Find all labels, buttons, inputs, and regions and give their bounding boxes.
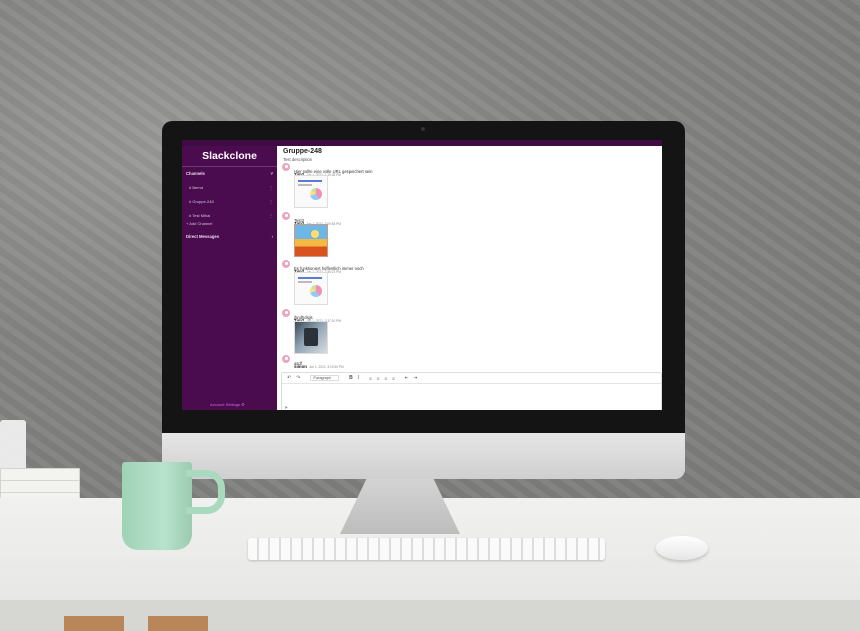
indent-icon[interactable]: ⇥	[414, 375, 418, 381]
avatar	[282, 355, 290, 363]
message-text: Hier sollte eine volle URL gespeichert s…	[294, 169, 373, 174]
camera	[421, 127, 425, 131]
app-screen: Slackclone Channels ˅ # Bernd ⋮ # Gruppe…	[182, 140, 662, 410]
chevron-right-icon[interactable]: ›	[272, 234, 273, 239]
channel-label: # Test Mihai	[189, 213, 211, 218]
sidebar: Slackclone Channels ˅ # Bernd ⋮ # Gruppe…	[182, 146, 277, 410]
desk-leg	[64, 616, 124, 631]
avatar	[282, 163, 290, 171]
keyboard	[248, 538, 605, 560]
chevron-down-icon[interactable]: ˅	[271, 171, 273, 176]
channel-description: Test description	[283, 157, 313, 162]
message-editor: ↶ ↷ Paragraph B I ≡ ≡ ≡ ≡ ⇤ ⇥ ➤	[281, 372, 662, 410]
message-text: jhndhdsjjs	[294, 315, 313, 320]
avatar	[282, 212, 290, 220]
app-title: Slackclone	[182, 150, 277, 167]
account-settings-button[interactable]: Account Settings ⚙	[210, 402, 245, 407]
channel-label: # Bernd	[189, 185, 204, 190]
channel-label: # Gruppe-248	[189, 199, 214, 204]
bold-button[interactable]: B	[349, 375, 353, 381]
align-right-icon[interactable]: ≡	[384, 376, 387, 381]
message-time: Jun 1, 2022, 3:15:30 PM	[308, 365, 344, 369]
redo-icon[interactable]: ↷	[296, 375, 300, 381]
avatar	[282, 309, 290, 317]
mug-handle	[186, 470, 225, 514]
channels-header-label: Channels	[186, 171, 205, 176]
add-channel-button[interactable]: + Add Channel	[182, 221, 277, 226]
desk-edge	[0, 600, 860, 631]
block-format-select[interactable]: Paragraph	[310, 375, 340, 381]
message-text: asdf	[294, 361, 302, 366]
channels-header[interactable]: Channels ˅	[182, 171, 277, 176]
message-image-attachment[interactable]	[294, 272, 328, 305]
outdent-icon[interactable]: ⇤	[405, 375, 409, 381]
sidebar-item-gruppe-248[interactable]: # Gruppe-248 ⋮	[182, 199, 277, 204]
sidebar-item-test-mihai[interactable]: # Test Mihai ⋮	[182, 213, 277, 218]
more-vert-icon[interactable]: ⋮	[269, 213, 273, 218]
undo-icon[interactable]: ↶	[287, 375, 291, 381]
monitor-bezel: Slackclone Channels ˅ # Bernd ⋮ # Gruppe…	[162, 121, 685, 433]
message-text: Test3	[294, 218, 305, 223]
more-vert-icon[interactable]: ⋮	[269, 199, 273, 204]
monitor: Slackclone Channels ˅ # Bernd ⋮ # Gruppe…	[162, 121, 685, 479]
direct-messages-header[interactable]: Direct Messages ›	[182, 234, 277, 239]
message-image-attachment[interactable]	[294, 175, 328, 208]
align-center-icon[interactable]: ≡	[377, 376, 380, 381]
align-left-icon[interactable]: ≡	[369, 376, 372, 381]
direct-messages-label: Direct Messages	[186, 234, 220, 239]
message-image-attachment[interactable]	[294, 321, 328, 354]
message-image-attachment[interactable]	[294, 224, 328, 257]
avatar	[282, 260, 290, 268]
message-text: Es funktioniert hoffentlich immer noch	[294, 266, 364, 271]
message-input[interactable]: ➤	[282, 384, 661, 410]
send-icon[interactable]: ➤	[284, 405, 288, 410]
sidebar-item-bernd[interactable]: # Bernd ⋮	[182, 185, 277, 190]
desk-leg	[148, 616, 208, 631]
italic-button[interactable]: I	[358, 375, 359, 381]
monitor-chin	[162, 433, 685, 479]
editor-toolbar: ↶ ↷ Paragraph B I ≡ ≡ ≡ ≡ ⇤ ⇥	[282, 373, 661, 384]
justify-icon[interactable]: ≡	[392, 376, 395, 381]
channel-view: Gruppe-248 Test description Tim2Jun 1, 2…	[277, 146, 662, 410]
channel-title: Gruppe-248	[283, 148, 322, 155]
mouse	[656, 536, 708, 560]
coffee-mug	[122, 462, 192, 550]
more-vert-icon[interactable]: ⋮	[269, 185, 273, 190]
